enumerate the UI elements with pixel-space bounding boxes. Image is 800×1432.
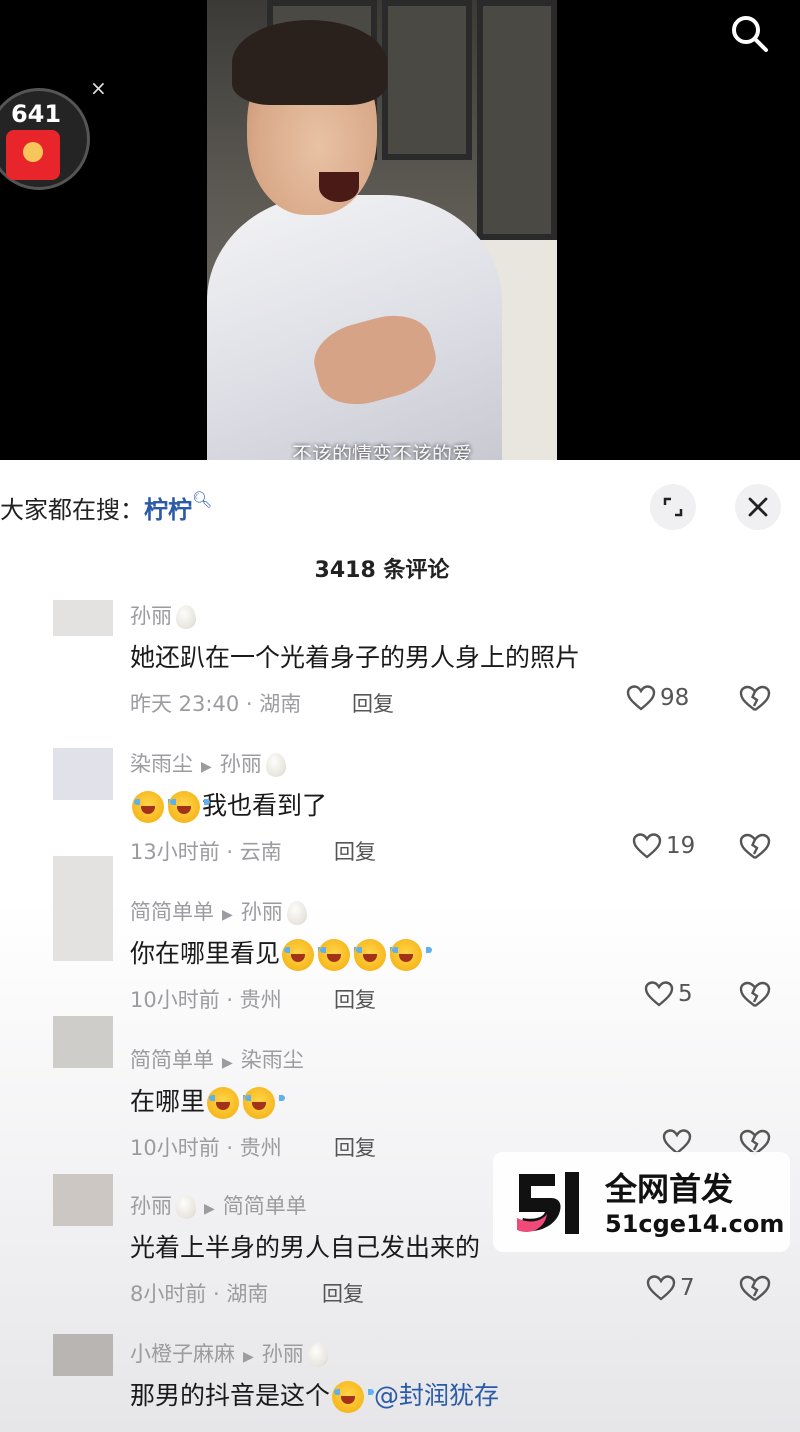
- close-button[interactable]: [735, 484, 781, 530]
- laugh-cry-emoji-icon: [332, 1381, 375, 1413]
- broken-heart-icon: [739, 981, 771, 1007]
- laugh-cry-emoji-icon: [390, 939, 433, 971]
- egg-badge-icon: [286, 901, 307, 925]
- reply-arrow-icon: ▶: [222, 907, 233, 923]
- video-frame[interactable]: 不该的情变不该的爱: [207, 0, 557, 460]
- like-button[interactable]: 7: [646, 1274, 695, 1302]
- reply-arrow-icon: ▶: [222, 1055, 233, 1071]
- avatar[interactable]: [53, 1174, 113, 1226]
- background-shelf: [477, 0, 557, 240]
- search-suggestion-prefix: 大家都在搜：: [0, 496, 144, 524]
- heart-icon: [646, 1275, 676, 1301]
- egg-badge-icon: [265, 753, 286, 777]
- reply-arrow-icon: ▶: [204, 1201, 215, 1217]
- dislike-button[interactable]: [738, 980, 772, 1014]
- person-mouth: [319, 172, 359, 202]
- comment-text: 那男的抖音是这个 @封润犹存: [130, 1376, 499, 1413]
- comment-author[interactable]: 孙丽: [130, 600, 196, 630]
- like-count: 7: [680, 1275, 695, 1301]
- comment-author[interactable]: 孙丽 ▶ 简简单单: [130, 1190, 307, 1220]
- egg-badge-icon: [176, 1195, 196, 1219]
- like-count: 98: [660, 685, 690, 711]
- reply-arrow-icon: ▶: [243, 1349, 254, 1365]
- expand-button[interactable]: [650, 484, 696, 530]
- magnifier-icon: 🔍︎: [192, 490, 213, 509]
- comment-author[interactable]: 染雨尘 ▶ 孙丽: [130, 748, 286, 778]
- comment-author[interactable]: 小橙子麻麻 ▶ 孙丽: [130, 1338, 328, 1368]
- comment-author[interactable]: 简简单单 ▶ 染雨尘: [130, 1044, 304, 1074]
- avatar[interactable]: [53, 600, 113, 636]
- comment-text: 我也看到了: [130, 786, 327, 823]
- red-packet-close-button[interactable]: ×: [90, 76, 107, 100]
- reply-arrow-icon: ▶: [201, 759, 212, 775]
- watermark-url: 51cge14.com: [605, 1210, 785, 1238]
- reply-button[interactable]: 回复: [334, 836, 376, 866]
- avatar[interactable]: [53, 856, 113, 961]
- laugh-cry-emoji-icon: [354, 939, 397, 971]
- like-count: 19: [666, 833, 696, 859]
- watermark-title: 全网首发: [605, 1170, 734, 1208]
- like-button[interactable]: 98: [626, 684, 689, 712]
- close-icon: [748, 497, 768, 517]
- red-packet-widget[interactable]: 641: [0, 88, 92, 193]
- mention-link[interactable]: @封润犹存: [374, 1381, 499, 1410]
- laugh-cry-emoji-icon: [207, 1087, 250, 1119]
- heart-icon: [626, 685, 656, 711]
- laugh-cry-emoji-icon: [282, 939, 325, 971]
- red-envelope-icon: [6, 130, 60, 180]
- search-suggestion-keyword[interactable]: 柠柠: [144, 496, 192, 524]
- person-hair: [232, 20, 387, 105]
- laugh-cry-emoji-icon: [243, 1087, 286, 1119]
- comment-item: 小橙子麻麻 ▶ 孙丽 那男的抖音是这个 @封润犹存: [0, 1334, 800, 1432]
- broken-heart-icon: [739, 833, 771, 859]
- comment-text: 她还趴在一个光着身子的男人身上的照片: [130, 643, 581, 672]
- search-icon[interactable]: [728, 12, 772, 56]
- comment-meta: 8小时前 · 湖南: [130, 1282, 269, 1306]
- egg-badge-icon: [176, 605, 196, 629]
- video-subtitle: 不该的情变不该的爱: [292, 442, 472, 460]
- reply-button[interactable]: 回复: [352, 688, 394, 718]
- comment-text: 你在哪里看见: [130, 934, 433, 971]
- comment-author[interactable]: 简简单单 ▶ 孙丽: [130, 896, 307, 926]
- avatar[interactable]: [53, 748, 113, 800]
- red-packet-count: 641: [10, 100, 62, 128]
- dislike-button[interactable]: [738, 1274, 772, 1308]
- comment-count: 3418 条评论: [314, 558, 450, 583]
- laugh-cry-emoji-icon: [168, 791, 210, 823]
- comment-meta: 10小时前 · 贵州: [130, 988, 282, 1012]
- like-button[interactable]: 19: [632, 832, 695, 860]
- comment-meta: 13小时前 · 云南: [130, 840, 282, 864]
- dislike-button[interactable]: [738, 832, 772, 866]
- comment-text: 在哪里: [130, 1082, 286, 1119]
- expand-icon: [663, 497, 683, 517]
- like-count: 5: [678, 981, 693, 1007]
- avatar[interactable]: [53, 1334, 113, 1376]
- reply-button[interactable]: 回复: [334, 984, 376, 1014]
- comment-panel: 大家都在搜：柠柠🔍︎ 3418 条评论 孙丽 她还趴在一个光着身子的男人身上的照…: [0, 460, 800, 1432]
- comment-item: 染雨尘 ▶ 孙丽 我也看到了 13小时前 · 云南 回复 19: [0, 748, 800, 893]
- heart-icon: [644, 981, 674, 1007]
- comment-meta: 昨天 23:40 · 湖南: [130, 692, 302, 716]
- background-shelf: [382, 0, 472, 160]
- search-suggestion[interactable]: 大家都在搜：柠柠🔍︎: [0, 490, 212, 525]
- comment-item: 孙丽 她还趴在一个光着身子的男人身上的照片 昨天 23:40 · 湖南 回复 9…: [0, 600, 800, 745]
- egg-badge-icon: [307, 1343, 328, 1367]
- like-button[interactable]: 5: [644, 980, 693, 1008]
- laugh-cry-emoji-icon: [318, 939, 361, 971]
- site-logo-icon: [517, 1172, 579, 1234]
- laugh-cry-emoji-icon: [132, 791, 174, 823]
- video-player[interactable]: 不该的情变不该的爱 641 ×: [0, 0, 800, 460]
- watermark: 全网首发 51cge14.com: [493, 1152, 790, 1252]
- reply-button[interactable]: 回复: [334, 1132, 376, 1162]
- comment-text: 光着上半身的男人自己发出来的: [130, 1233, 481, 1262]
- reply-button[interactable]: 回复: [322, 1278, 364, 1308]
- broken-heart-icon: [739, 685, 771, 711]
- comment-meta: 10小时前 · 贵州: [130, 1136, 282, 1160]
- broken-heart-icon: [739, 1275, 771, 1301]
- dislike-button[interactable]: [738, 684, 772, 718]
- comment-item: 简简单单 ▶ 孙丽 你在哪里看见 10小时前 · 贵州 回复 5: [0, 856, 800, 1041]
- heart-icon: [632, 833, 662, 859]
- avatar[interactable]: [53, 1016, 113, 1068]
